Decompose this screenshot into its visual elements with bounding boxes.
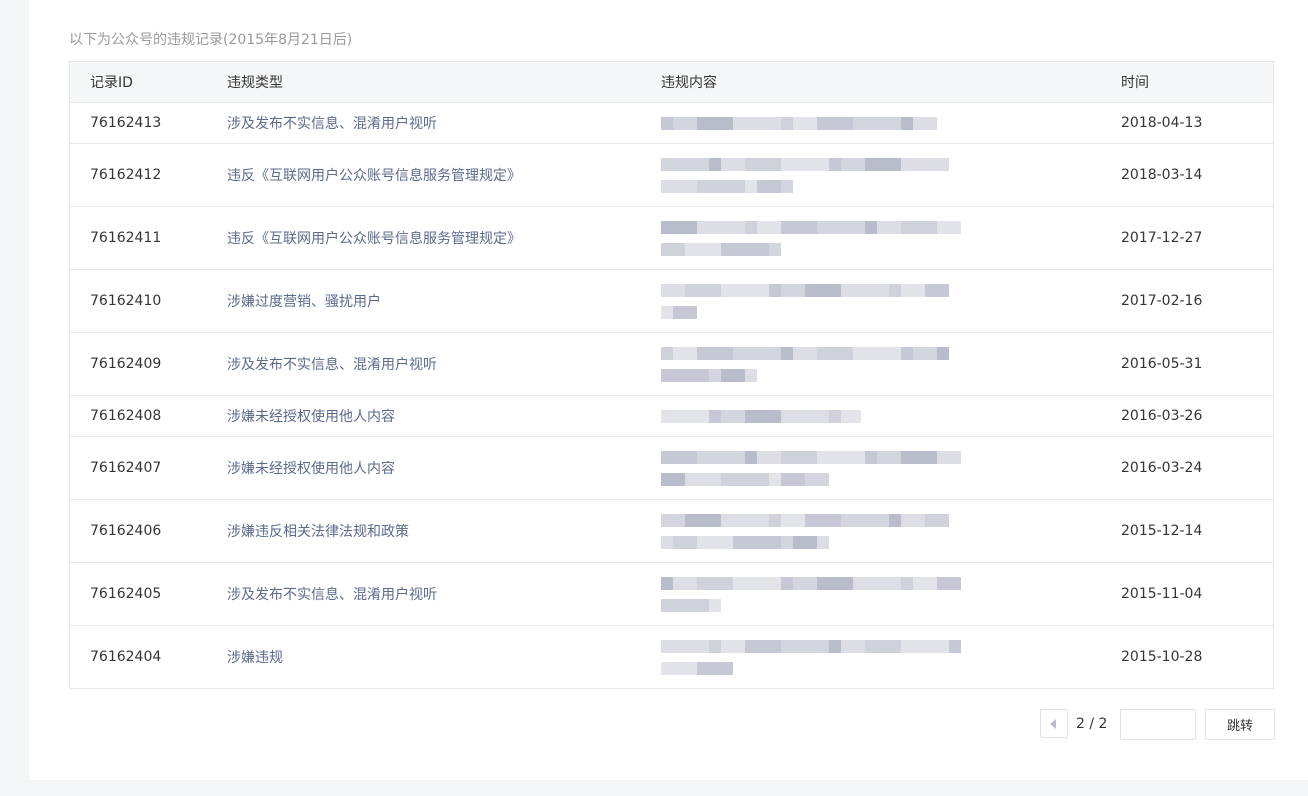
violation-content-redacted (661, 500, 1061, 562)
record-time: 2016-03-24 (1121, 460, 1203, 476)
violation-content-redacted (661, 437, 1061, 499)
violation-type: 违反《互联网用户公众账号信息服务管理规定》 (227, 168, 521, 184)
record-id: 76162405 (90, 586, 162, 602)
violation-type: 涉嫌过度营销、骚扰用户 (227, 294, 381, 310)
table-row: 76162404 涉嫌违规 2015-10-28 (70, 626, 1273, 689)
record-id: 76162409 (90, 356, 162, 372)
prev-page-button[interactable] (1040, 709, 1068, 738)
page-jump-input[interactable] (1120, 709, 1196, 740)
header-type: 违规类型 (227, 75, 283, 91)
records-notice: 以下为公众号的违规记录(2015年8月21日后) (69, 32, 353, 48)
record-id: 76162407 (90, 460, 162, 476)
record-time: 2016-05-31 (1121, 356, 1203, 372)
record-time: 2018-04-13 (1121, 115, 1203, 131)
violation-records-card: 以下为公众号的违规记录(2015年8月21日后) 记录ID 违规类型 违规内容 … (29, 0, 1308, 780)
header-content: 违规内容 (661, 75, 717, 91)
violation-content-redacted (661, 144, 1061, 206)
violation-table: 记录ID 违规类型 违规内容 时间 76162413 涉及发布不实信息、混淆用户视… (69, 61, 1274, 689)
header-time: 时间 (1121, 75, 1149, 91)
violation-content-redacted (661, 396, 1061, 436)
record-id: 76162412 (90, 167, 162, 183)
violation-content-redacted (661, 270, 1061, 332)
violation-type: 涉嫌违规 (227, 650, 283, 666)
violation-type: 涉及发布不实信息、混淆用户视听 (227, 116, 437, 132)
record-time: 2017-02-16 (1121, 293, 1203, 309)
record-time: 2015-10-28 (1121, 649, 1203, 665)
table-row: 76162410 涉嫌过度营销、骚扰用户 2017-02-16 (70, 270, 1273, 333)
record-id: 76162408 (90, 408, 162, 424)
violation-content-redacted (661, 207, 1061, 269)
violation-type: 涉嫌违反相关法律法规和政策 (227, 524, 409, 540)
record-time: 2015-12-14 (1121, 523, 1203, 539)
header-id: 记录ID (90, 75, 133, 91)
violation-type: 涉嫌未经授权使用他人内容 (227, 461, 395, 477)
record-time: 2017-12-27 (1121, 230, 1203, 246)
table-row: 76162411 违反《互联网用户公众账号信息服务管理规定》 2017-12-27 (70, 207, 1273, 270)
violation-content-redacted (661, 626, 1061, 688)
record-time: 2016-03-26 (1121, 408, 1203, 424)
violation-content-redacted (661, 563, 1061, 625)
table-row: 76162408 涉嫌未经授权使用他人内容 2016-03-26 (70, 396, 1273, 437)
table-row: 76162407 涉嫌未经授权使用他人内容 2016-03-24 (70, 437, 1273, 500)
record-time: 2018-03-14 (1121, 167, 1203, 183)
table-row: 76162405 涉及发布不实信息、混淆用户视听 2015-11-04 (70, 563, 1273, 626)
violation-type: 涉及发布不实信息、混淆用户视听 (227, 357, 437, 373)
violation-type: 违反《互联网用户公众账号信息服务管理规定》 (227, 231, 521, 247)
caret-left-icon (1050, 718, 1056, 729)
violation-content-redacted (661, 333, 1061, 395)
record-id: 76162413 (90, 115, 162, 131)
table-header-row: 记录ID 违规类型 违规内容 时间 (70, 62, 1273, 103)
violation-content-redacted (661, 103, 1061, 143)
record-id: 76162406 (90, 523, 162, 539)
record-id: 76162410 (90, 293, 162, 309)
violation-type: 涉及发布不实信息、混淆用户视听 (227, 587, 437, 603)
page-indicator: 2 / 2 (1076, 716, 1108, 732)
table-row: 76162406 涉嫌违反相关法律法规和政策 2015-12-14 (70, 500, 1273, 563)
table-row: 76162412 违反《互联网用户公众账号信息服务管理规定》 2018-03-14 (70, 144, 1273, 207)
record-id: 76162411 (90, 230, 162, 246)
record-time: 2015-11-04 (1121, 586, 1203, 602)
table-row: 76162413 涉及发布不实信息、混淆用户视听 2018-04-13 (70, 103, 1273, 144)
violation-type: 涉嫌未经授权使用他人内容 (227, 409, 395, 425)
record-id: 76162404 (90, 649, 162, 665)
table-row: 76162409 涉及发布不实信息、混淆用户视听 2016-05-31 (70, 333, 1273, 396)
jump-button[interactable]: 跳转 (1205, 709, 1275, 740)
